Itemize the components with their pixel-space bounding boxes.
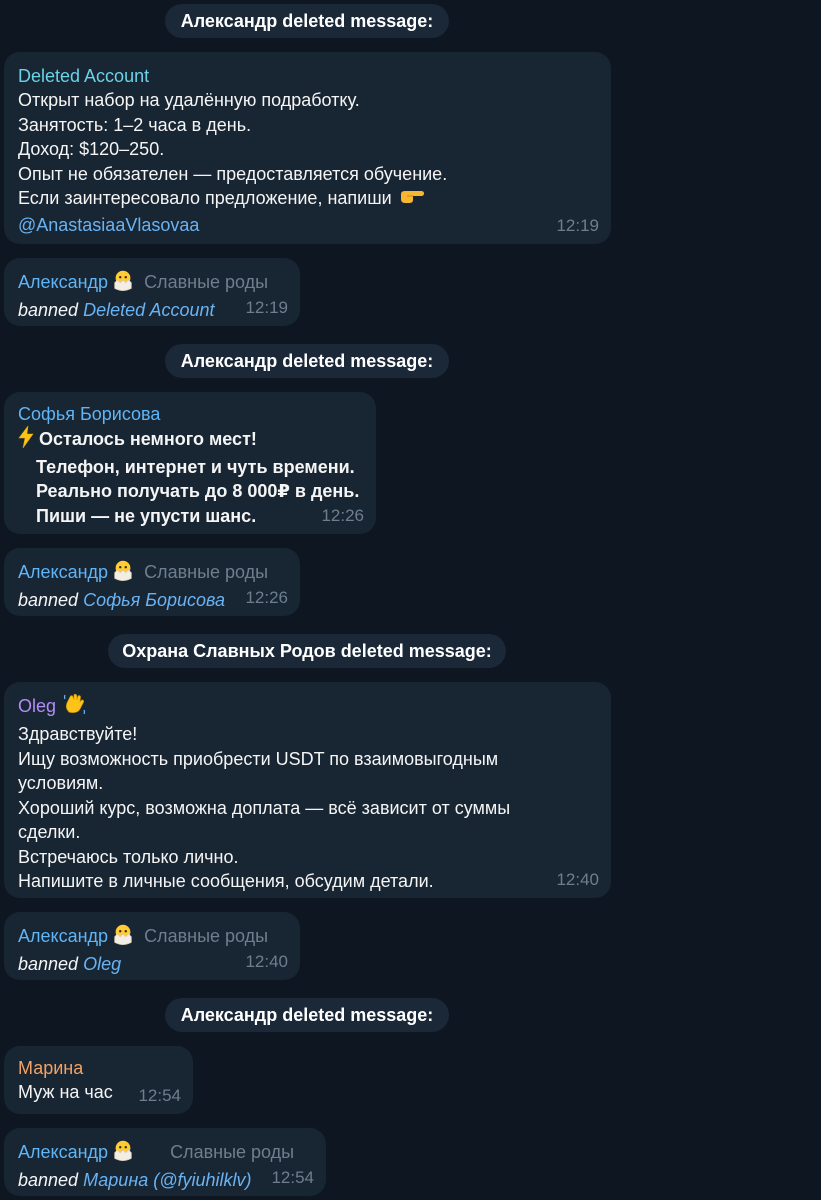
banned-user-handle[interactable]: (@fyiuhilklv) — [153, 1170, 251, 1190]
message-line: Здравствуйте! — [18, 724, 138, 744]
message-line: Ищу возможность приобрести USDT по взаим… — [18, 748, 499, 769]
message-line: условиям. — [18, 773, 104, 793]
message-line: Реально получать до 8 000₽ в день. — [36, 481, 360, 501]
message-time: 12:54 — [271, 1168, 314, 1187]
ban-line: banned Марина (@fyiuhilklv) — [18, 1168, 310, 1193]
message-time: 12:19 — [556, 216, 599, 235]
message-line-with-emoji: Если заинтересовало предложение, напиши — [18, 186, 595, 213]
ban-action: banned — [18, 954, 79, 974]
message-line: Занятость: 1–2 часа в день. — [18, 114, 252, 135]
message-time: 12:19 — [245, 298, 288, 317]
service-message-deleted: Александр deleted message: — [165, 4, 449, 38]
sender-name[interactable]: Александр — [18, 272, 108, 292]
sender-name[interactable]: Oleg — [18, 696, 56, 716]
message-time: 12:26 — [321, 506, 364, 525]
message-bubble[interactable]: Deleted Account Открыт набор на удалённу… — [4, 52, 611, 244]
ban-action: banned — [18, 300, 79, 320]
message-line-with-emoji: Осталось немного мест! — [18, 424, 360, 455]
admin-tag: Славные роды — [144, 271, 269, 292]
message-time: 12:54 — [138, 1086, 181, 1105]
ban-notice-bubble[interactable]: Александр Славные роды banned Марина (@fy… — [4, 1128, 326, 1196]
message-line: Опыт не обязателен — предоставляется обу… — [18, 163, 448, 184]
sender-header: Oleg — [18, 692, 595, 722]
admin-tag: Славные роды — [170, 1141, 295, 1162]
message-time: 12:40 — [245, 952, 288, 971]
message-line: Встречаюсь только лично. — [18, 846, 239, 867]
sender-header: Александр Славные роды — [18, 922, 284, 952]
message-time: 12:40 — [556, 870, 599, 889]
ban-action: banned — [18, 590, 79, 610]
message-line: Осталось немного мест! — [39, 429, 257, 449]
message-line: Напишите в личные сообщения, обсудим дет… — [18, 871, 434, 891]
message-line: Открыт набор на удалённую подработку. — [18, 90, 360, 110]
service-message-deleted: Охрана Славных Родов deleted message: — [108, 634, 506, 668]
ban-line: banned Deleted Account — [18, 298, 284, 323]
sender-header: Александр Славные роды — [18, 558, 284, 588]
banned-user-link[interactable]: Марина — [83, 1170, 148, 1190]
message-bubble[interactable]: Марина Муж на час 12:54 — [4, 1046, 193, 1114]
message-bubble[interactable]: Oleg Здравствуйте! Ищу возможность приоб… — [4, 682, 611, 898]
sender-header: Александр Славные роды — [18, 1138, 310, 1168]
message-bubble[interactable]: Софья Борисова Осталось немного мест! Те… — [4, 392, 376, 534]
message-line: Если заинтересовало предложение, напиши — [18, 188, 392, 208]
sender-name[interactable]: Deleted Account — [18, 64, 595, 88]
hatching-chick-emoji — [110, 1138, 136, 1168]
ban-line: banned Софья Борисова — [18, 588, 284, 613]
message-line: сделки. — [18, 822, 81, 842]
ban-notice-bubble[interactable]: Александр Славные роды banned Deleted Acc… — [4, 258, 300, 326]
banned-user-link[interactable]: Oleg — [83, 954, 121, 974]
ban-notice-bubble[interactable]: Александр Славные роды banned Софья Борис… — [4, 548, 300, 616]
service-text: Александр deleted message: — [180, 351, 434, 371]
ban-action: banned — [18, 1170, 79, 1190]
sender-name[interactable]: Александр — [18, 1142, 108, 1162]
hatching-chick-emoji — [110, 558, 136, 588]
mention-link[interactable]: @AnastasiaaVlasovaa — [18, 213, 595, 238]
sender-name[interactable]: Александр — [18, 926, 108, 946]
ban-line: banned Oleg — [18, 952, 284, 977]
admin-tag: Славные роды — [144, 561, 269, 582]
lightning-emoji — [18, 424, 34, 455]
ban-notice-bubble[interactable]: Александр Славные роды banned Oleg 12:40 — [4, 912, 300, 980]
service-text: Охрана Славных Родов deleted message: — [122, 641, 492, 661]
service-message-deleted: Александр deleted message: — [165, 998, 449, 1032]
waving-hand-emoji — [63, 692, 87, 722]
service-text: Александр deleted message: — [180, 11, 434, 31]
pointing-right-emoji — [399, 186, 425, 213]
hatching-chick-emoji — [110, 268, 136, 298]
chat-history: Александр deleted message: Deleted Accou… — [0, 0, 821, 1200]
message-line: Хороший курс, возможна доплата — всё зав… — [18, 797, 511, 818]
admin-tag: Славные роды — [144, 925, 269, 946]
message-time: 12:26 — [245, 588, 288, 607]
message-line: Пиши — не упусти шанс. — [36, 505, 257, 526]
banned-user-link[interactable]: Deleted Account — [83, 300, 214, 320]
sender-name[interactable]: Александр — [18, 562, 108, 582]
sender-header: Александр Славные роды — [18, 268, 284, 298]
banned-user-link[interactable]: Софья Борисова — [83, 590, 225, 610]
hatching-chick-emoji — [110, 922, 136, 952]
message-line: Доход: $120–250. — [18, 139, 165, 159]
message-line: Телефон, интернет и чуть времени. — [36, 456, 355, 477]
service-text: Александр deleted message: — [180, 1005, 434, 1025]
sender-name[interactable]: Софья Борисова — [18, 402, 360, 426]
sender-name[interactable]: Марина — [18, 1056, 177, 1080]
service-message-deleted: Александр deleted message: — [165, 344, 449, 378]
